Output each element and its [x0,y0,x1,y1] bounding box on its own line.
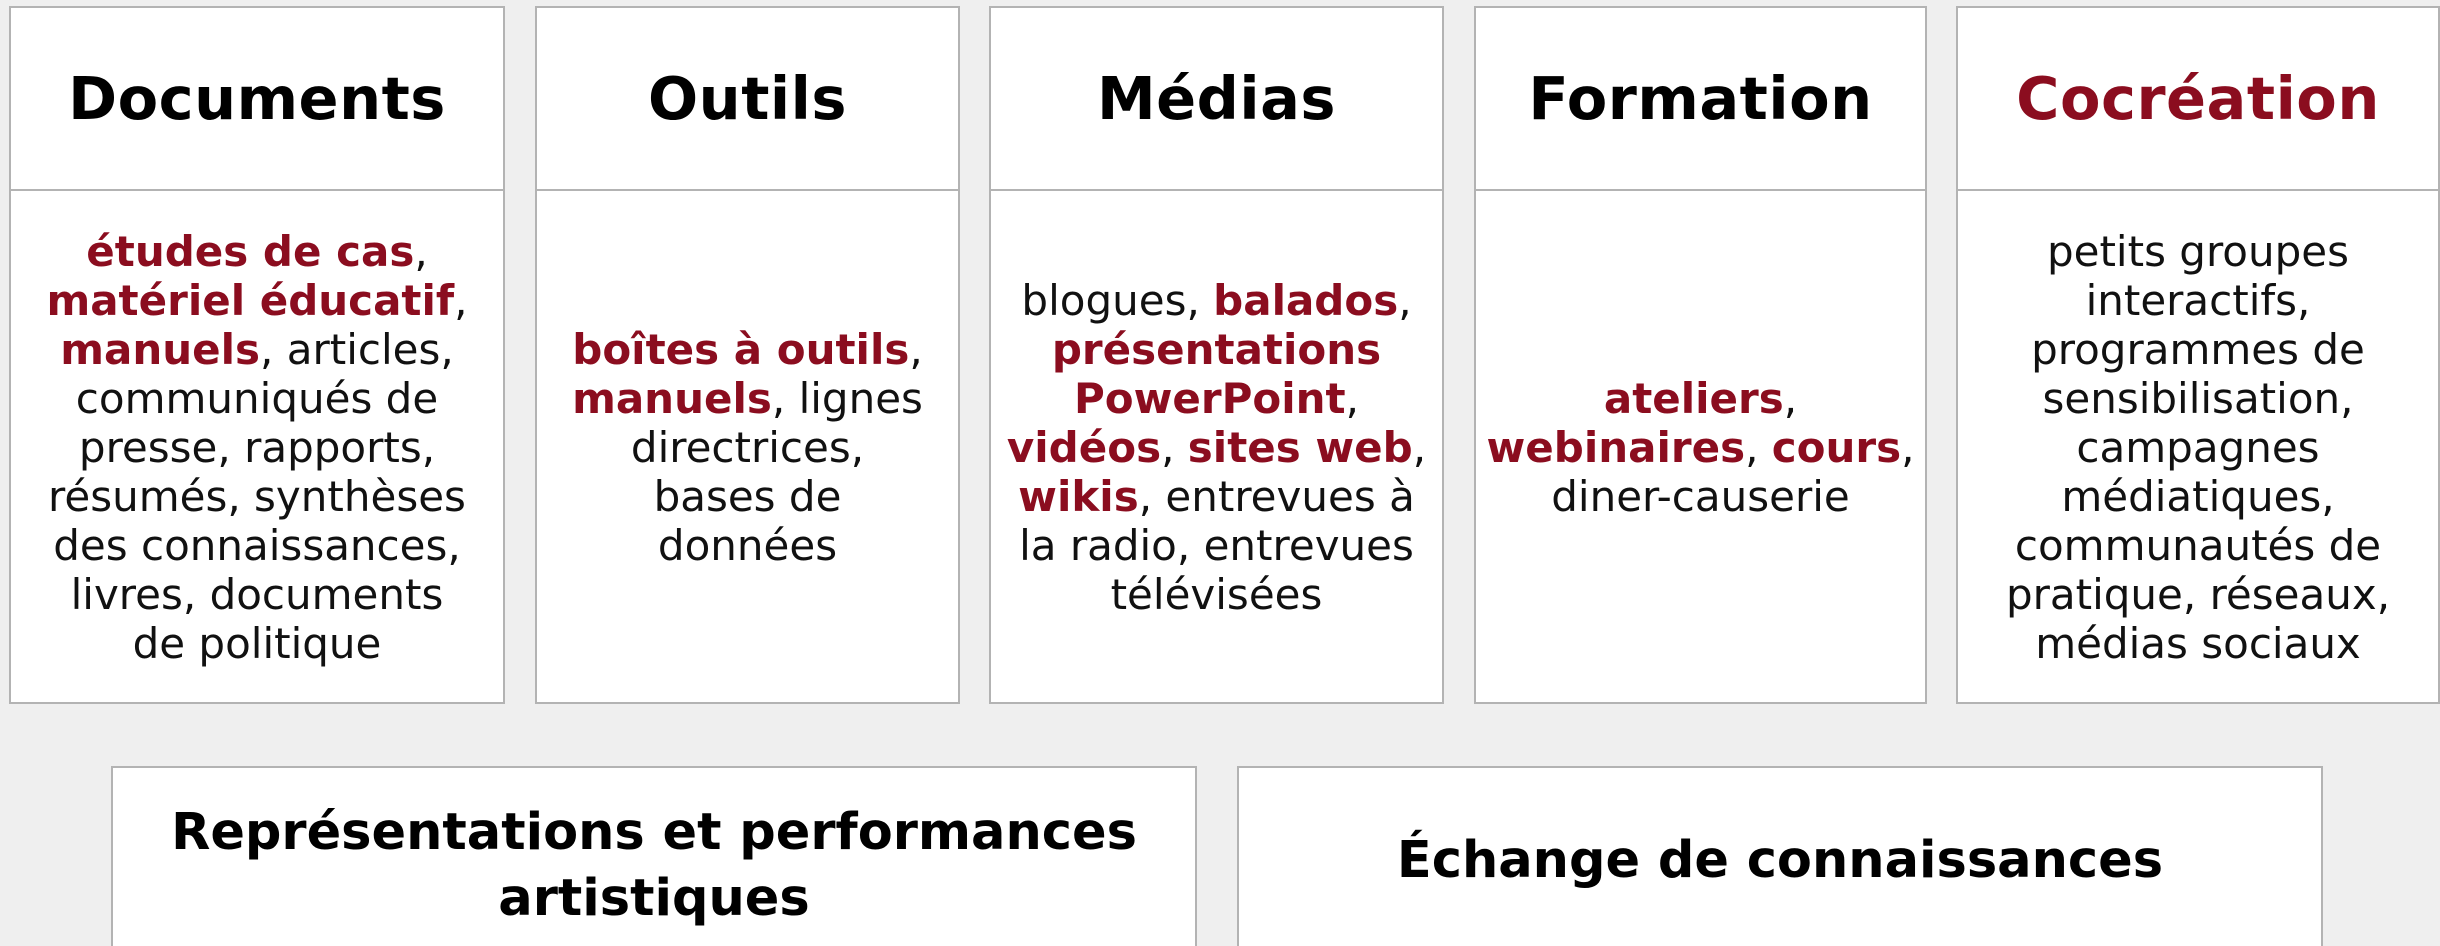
text-segment: , [1398,276,1412,325]
text-segment: presse, rapports, [78,423,436,472]
text-segment: pratique, réseaux, [2005,570,2391,619]
highlighted-term: études de cas [86,227,415,276]
text-segment: , [1412,423,1427,472]
card-content: petits groupes interactifs, programmes de s… [1958,191,2438,704]
text-segment: blogues, [1021,276,1214,325]
text-segment: , [1783,374,1798,423]
text-segment: directrices, [630,423,865,472]
highlighted-term: PowerPoint [1073,374,1346,423]
highlighted-term: présentations [1051,325,1382,374]
text-segment: interactifs, [2085,276,2311,325]
text-segment: médiatiques, [2061,472,2335,521]
card-content: ateliers, webinaires, cours, diner-causeri… [1476,191,1925,704]
text-segment: résumés, synthèses [48,472,466,521]
text-segment: , [1345,374,1359,423]
card-text: études de cas, matériel éducatif, manuels,… [46,227,467,668]
representations-title: Représentations et performances artistiq… [113,800,1195,932]
echange-title: Échange de connaissances [1239,828,2321,894]
text-segment: , [1745,423,1772,472]
text-segment: , articles, [260,325,454,374]
card-text: petits groupes interactifs, programmes de s… [2006,227,2390,668]
text-segment: données [657,521,838,570]
text-segment: diner-causerie [1551,472,1850,521]
highlighted-term: sites web [1187,423,1413,472]
card-cocreation: Cocréation petits groupes interactifs, pro… [1956,6,2440,704]
card-text: ateliers, webinaires, cours, diner-causeri… [1486,374,1914,521]
text-segment: communautés de [2014,521,2382,570]
text-segment: programmes de [2031,325,2365,374]
text-segment: , [1901,423,1915,472]
echange-title-text: Échange de connaissances [1396,831,2164,890]
card-outils: Outils boîtes à outils, manuels, lignes di… [535,6,960,704]
text-segment: télévisées [1110,570,1323,619]
text-segment: , lignes [771,374,923,423]
text-segment: bases de [653,472,842,521]
card-echange: Échange de connaissances [1237,766,2323,946]
card-content: études de cas, matériel éducatif, manuels,… [11,191,503,704]
highlighted-term: ateliers [1603,374,1784,423]
knowledge-products-diagram: Documents études de cas, matériel éducati… [0,0,2440,946]
text-segment: campagnes [2076,423,2320,472]
text-segment: de politique [132,619,382,668]
highlighted-term: manuels [572,374,772,423]
card-title: Formation [1476,8,1925,191]
text-segment: des connaissances, [53,521,461,570]
highlighted-term: balados [1213,276,1399,325]
text-segment: la radio, entrevues [1019,521,1414,570]
highlighted-term: boîtes à outils [572,325,910,374]
card-title: Outils [537,8,958,191]
highlighted-term: wikis [1018,472,1139,521]
text-segment: livres, documents [70,570,444,619]
card-content: blogues, balados, présentations PowerPoint… [991,191,1442,704]
highlighted-term: cours [1771,423,1902,472]
highlighted-term: manuels [60,325,261,374]
text-segment: , [909,325,923,374]
card-title: Documents [11,8,503,191]
text-segment: petits groupes [2046,227,2350,276]
text-segment: , [1161,423,1188,472]
representations-title-text: Représentations et performances artistiq… [171,803,1137,928]
card-text: blogues, balados, présentations PowerPoint… [1007,276,1426,619]
text-segment: médias sociaux [2035,619,2361,668]
text-segment: , [414,227,428,276]
card-title: Médias [991,8,1442,191]
card-documents: Documents études de cas, matériel éducati… [9,6,505,704]
card-representations: Représentations et performances artistiq… [111,766,1197,946]
card-medias: Médias blogues, balados, présentations Pow… [989,6,1444,704]
text-segment: , entrevues à [1138,472,1415,521]
text-segment: sensibilisation, [2042,374,2354,423]
text-segment: , [454,276,468,325]
highlighted-term: webinaires [1486,423,1746,472]
card-formation: Formation ateliers, webinaires, cours, din… [1474,6,1927,704]
highlighted-term: vidéos [1006,423,1162,472]
text-segment: communiqués de [75,374,439,423]
highlighted-term: matériel éducatif [46,276,455,325]
card-text: boîtes à outils, manuels, lignes directric… [572,325,923,570]
card-content: boîtes à outils, manuels, lignes directric… [537,191,958,704]
card-title: Cocréation [1958,8,2438,191]
